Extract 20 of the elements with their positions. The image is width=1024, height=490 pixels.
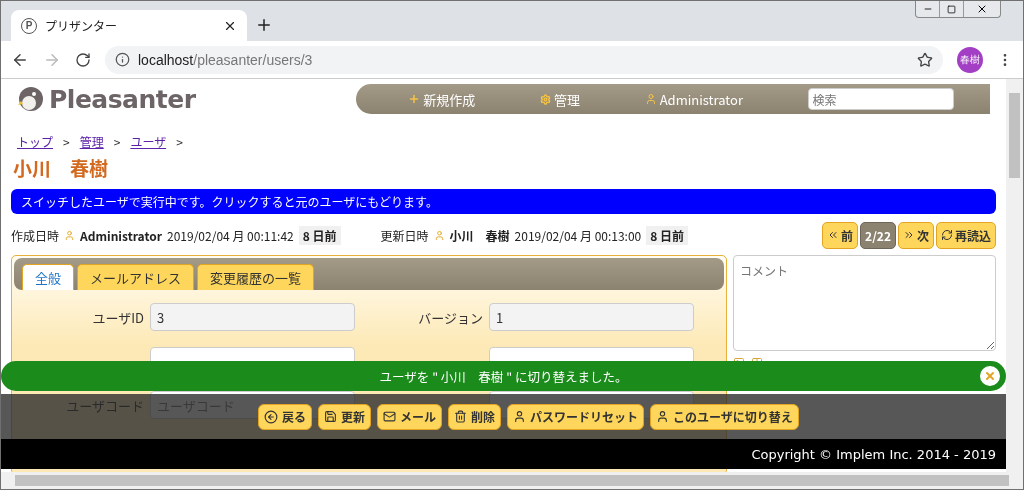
- field-label: バージョン: [417, 307, 483, 327]
- meta-date: 2019/02/04 月 00:11:42: [167, 226, 294, 244]
- breadcrumb-separator: >: [63, 133, 70, 150]
- page-title: 小川 春樹: [13, 154, 109, 181]
- field-label: ユーザID: [91, 307, 144, 327]
- meta-date: 2019/02/04 月 00:13:00: [514, 226, 642, 244]
- meta-user: Administrator: [80, 226, 162, 244]
- tab-title: プリザンター: [45, 17, 118, 34]
- url-host: localhost: [138, 51, 194, 68]
- toast-message: ユーザを " 小川 春樹 " に切り替えました。: [379, 366, 628, 386]
- meta-user: 小川 春樹: [449, 226, 510, 244]
- logo-text: Pleasanter: [49, 84, 196, 114]
- copyright-text: Copyright © Implem Inc. 2014 - 2019: [751, 446, 996, 462]
- url-path: /pleasanter/users/3: [193, 51, 313, 68]
- meta-label: 更新日時: [380, 226, 429, 244]
- breadcrumb-separator: >: [113, 133, 121, 150]
- meta-label: 作成日時: [11, 226, 59, 244]
- time-ago: 8 日前: [298, 225, 341, 245]
- time-ago: 8 日前: [646, 225, 689, 245]
- breadcrumb-separator: >: [176, 133, 183, 150]
